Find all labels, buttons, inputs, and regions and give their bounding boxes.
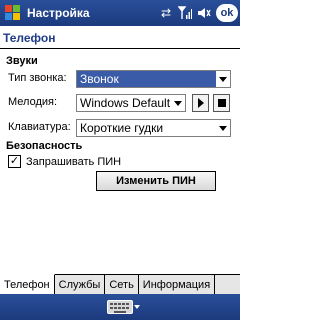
tab-network[interactable]: Сеть <box>105 275 139 294</box>
tab-information[interactable]: Информация <box>138 275 216 294</box>
stop-icon <box>217 99 226 107</box>
app-title: Настройка <box>27 6 90 20</box>
tab-bar: Телефон Службы Сеть Информация <box>0 274 240 294</box>
require-pin-checkbox[interactable]: ✓ <box>8 155 21 168</box>
start-menu-icon[interactable] <box>4 4 22 22</box>
keyboard-value: Короткие гудки <box>80 121 164 135</box>
melody-value: Windows Default <box>80 96 171 110</box>
change-pin-button[interactable]: Изменить ПИН <box>96 171 216 191</box>
melody-dropdown[interactable]: Windows Default <box>76 94 186 112</box>
section-heading-sounds: Звуки <box>6 55 38 67</box>
signal-icon[interactable] <box>177 5 193 21</box>
ring-type-label: Тип звонка: <box>8 72 67 84</box>
section-heading-security: Безопасность <box>6 140 83 152</box>
chevron-down-icon[interactable] <box>216 71 230 87</box>
connectivity-icon[interactable]: ⇄ <box>158 5 174 21</box>
chevron-down-icon[interactable] <box>216 120 230 136</box>
tab-phone[interactable]: Телефон <box>0 274 55 294</box>
ring-type-value: Звонок <box>77 71 216 87</box>
keyboard-icon[interactable] <box>107 300 133 314</box>
input-panel-arrow-icon[interactable] <box>134 305 140 309</box>
volume-icon[interactable] <box>196 5 212 21</box>
page-title-divider <box>0 48 240 49</box>
ok-button[interactable]: ok <box>216 4 238 22</box>
melody-label: Мелодия: <box>8 96 58 108</box>
require-pin-label[interactable]: Запрашивать ПИН <box>26 156 121 168</box>
chevron-down-icon[interactable] <box>171 95 185 111</box>
title-bar: Настройка ⇄ ok <box>0 0 240 26</box>
bottom-menu-bar <box>0 294 240 320</box>
keyboard-dropdown[interactable]: Короткие гудки <box>76 119 231 137</box>
keyboard-label: Клавиатура: <box>8 121 71 133</box>
play-button[interactable] <box>192 94 209 112</box>
tab-bar-fill <box>215 275 240 294</box>
ring-type-dropdown[interactable]: Звонок <box>76 70 231 88</box>
stop-button[interactable] <box>213 94 230 112</box>
tab-services[interactable]: Службы <box>54 275 106 294</box>
page-title: Телефон <box>3 31 56 45</box>
play-icon <box>197 98 204 108</box>
